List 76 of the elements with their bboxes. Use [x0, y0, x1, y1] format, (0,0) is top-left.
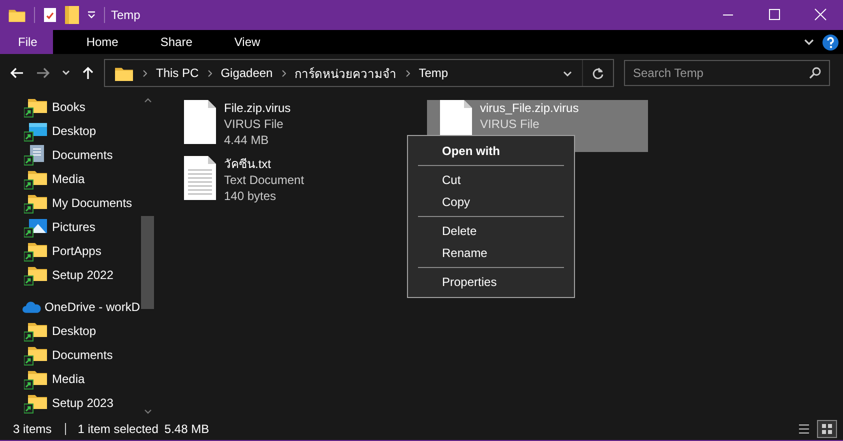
- ribbon-tab[interactable]: File: [0, 30, 54, 54]
- expand-ribbon-icon[interactable]: [804, 38, 814, 46]
- menu-item[interactable]: Rename: [408, 242, 574, 264]
- sidebar-item[interactable]: Documents: [52, 148, 113, 162]
- text-file-icon: [184, 156, 216, 200]
- shortcut-folder-icon: [24, 320, 48, 342]
- recent-dropdown-icon[interactable]: [62, 70, 70, 76]
- scrollbar-thumb[interactable]: [141, 216, 154, 309]
- sidebar-item[interactable]: Setup 2022: [52, 268, 114, 282]
- sidebar-item[interactable]: OneDrive - workD: [44, 300, 140, 314]
- search-field[interactable]: Search Temp: [624, 60, 830, 86]
- help-icon[interactable]: [822, 34, 839, 50]
- properties-icon[interactable]: [43, 7, 57, 23]
- shortcut-picture-icon: [24, 216, 48, 238]
- selection-count: 1 item selected: [78, 422, 158, 436]
- scroll-down-icon[interactable]: [144, 409, 152, 414]
- shortcut-folder-icon: [24, 368, 48, 390]
- chevron-icon: [208, 70, 212, 76]
- customize-dropdown-icon[interactable]: [87, 11, 96, 19]
- file-size: 140 bytes: [224, 188, 278, 204]
- search-icon[interactable]: [809, 67, 821, 79]
- menu-item[interactable]: Delete: [408, 220, 574, 242]
- sidebar-item[interactable]: PortApps: [52, 244, 102, 258]
- address-bar[interactable]: This PC Gigadeen การ์ดหน่วยความจำ Temp: [104, 59, 614, 87]
- refresh-icon[interactable]: [592, 66, 604, 80]
- chevron-icon: [143, 70, 147, 76]
- cloud-icon: [22, 300, 42, 314]
- ribbon-tab[interactable]: View: [213, 30, 282, 54]
- file-name: virus_File.zip.virus: [480, 100, 579, 116]
- file-type: VIRUS File: [480, 116, 540, 132]
- ribbon-tab[interactable]: Share: [139, 30, 214, 54]
- up-arrow-icon[interactable]: [82, 66, 94, 80]
- window-title: Temp: [111, 8, 142, 22]
- shortcut-desktop-icon: [24, 120, 48, 142]
- sidebar-item[interactable]: Books: [52, 100, 86, 114]
- shortcut-folder-icon: [24, 168, 48, 190]
- back-arrow-icon[interactable]: [10, 67, 24, 79]
- sidebar-item[interactable]: Media: [52, 372, 85, 386]
- menu-item[interactable]: Copy: [408, 191, 574, 213]
- breadcrumb-segment[interactable]: การ์ดหน่วยความจำ: [294, 64, 397, 82]
- sidebar-item[interactable]: Setup 2023: [52, 396, 114, 410]
- breadcrumb-segment[interactable]: This PC: [156, 66, 199, 80]
- forward-arrow-icon[interactable]: [36, 67, 50, 79]
- sidebar-item[interactable]: Desktop: [52, 324, 96, 338]
- file-type: Text Document: [224, 172, 304, 188]
- sidebar-item[interactable]: Desktop: [52, 124, 96, 138]
- file-size: 4.44 MB: [224, 132, 270, 148]
- sidebar-item[interactable]: Media: [52, 172, 85, 186]
- sidebar-item[interactable]: Documents: [52, 348, 113, 362]
- shortcut-folder-icon: [24, 192, 48, 214]
- menu-item[interactable]: Properties: [408, 271, 574, 293]
- shortcut-folder-icon: [24, 240, 48, 262]
- scroll-up-icon[interactable]: [144, 98, 152, 103]
- file-tile[interactable]: วัคซีน.txt Text Document 140 bytes: [171, 156, 392, 208]
- file-name: วัคซีน.txt: [224, 156, 272, 172]
- sidebar-item[interactable]: My Documents: [52, 196, 132, 210]
- shortcut-folder-icon: [24, 344, 48, 366]
- chevron-icon: [282, 70, 286, 76]
- breadcrumb-segment[interactable]: Gigadeen: [220, 66, 273, 80]
- large-icons-view-icon[interactable]: [817, 420, 837, 438]
- sidebar-item[interactable]: Pictures: [52, 220, 96, 234]
- ribbon-tab[interactable]: Home: [65, 30, 140, 54]
- file-tile[interactable]: File.zip.virus VIRUS File 4.44 MB: [171, 100, 392, 152]
- blank-file-icon: [184, 100, 216, 144]
- shortcut-folder-icon: [24, 264, 48, 286]
- selection-size: 5.48 MB: [164, 422, 210, 436]
- menu-item[interactable]: Cut: [408, 169, 574, 191]
- item-count: 3 items: [13, 422, 52, 436]
- shortcut-folder-icon: [24, 96, 48, 118]
- breadcrumb-segment[interactable]: Temp: [418, 66, 448, 80]
- file-name: File.zip.virus: [224, 100, 291, 116]
- folder-icon: [8, 7, 26, 23]
- address-dropdown-icon[interactable]: [563, 71, 572, 77]
- shortcut-folder-icon: [24, 392, 48, 414]
- file-type: VIRUS File: [224, 116, 284, 132]
- chevron-icon: [406, 70, 410, 76]
